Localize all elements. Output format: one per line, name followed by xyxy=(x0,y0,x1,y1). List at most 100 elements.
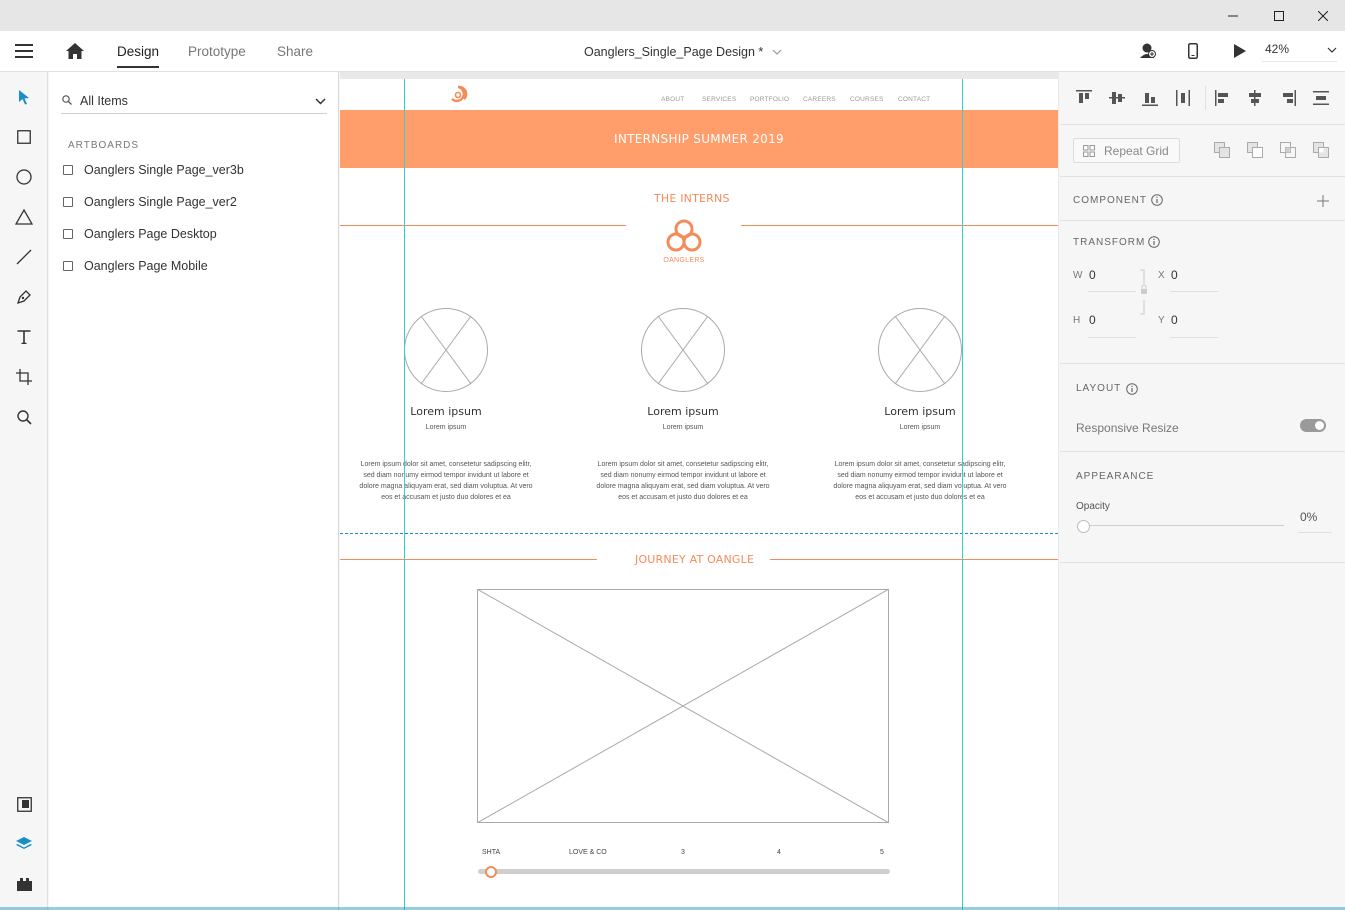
nav-link-services[interactable]: SERVICES xyxy=(702,96,736,103)
nav-link-careers[interactable]: CAREERS xyxy=(803,96,836,103)
add-component-icon[interactable] xyxy=(1317,195,1329,207)
artboard-list-item[interactable]: Oanglers Page Desktop xyxy=(61,224,327,244)
artboard-icon xyxy=(63,229,73,239)
select-tool[interactable] xyxy=(12,85,36,109)
nav-link-contact[interactable]: CONTACT xyxy=(898,96,930,103)
tab-prototype[interactable]: Prototype xyxy=(188,31,246,72)
intern-bio: Lorem ipsum dolor sit amet, consetetur s… xyxy=(596,461,770,501)
boolean-intersect-icon[interactable] xyxy=(1280,142,1296,158)
opacity-slider-handle[interactable] xyxy=(1077,520,1090,533)
width-field[interactable]: 0 xyxy=(1089,268,1096,282)
home-icon xyxy=(66,43,84,59)
device-preview-button[interactable] xyxy=(1188,43,1198,64)
align-center-icon[interactable] xyxy=(1247,90,1263,106)
layer-filter-select[interactable] xyxy=(61,88,327,114)
layers-icon xyxy=(16,837,32,849)
maximize-button[interactable] xyxy=(1256,0,1302,31)
divider-line xyxy=(770,559,1058,560)
rectangle-tool[interactable] xyxy=(12,125,36,149)
avatar-placeholder-image xyxy=(404,308,488,392)
opacity-slider-track[interactable] xyxy=(1088,525,1284,526)
info-icon[interactable] xyxy=(1126,383,1138,395)
timeline-slider-handle-icon[interactable] xyxy=(485,866,497,878)
info-icon[interactable] xyxy=(1151,194,1163,206)
minimize-button[interactable] xyxy=(1210,0,1256,31)
title-bar xyxy=(0,0,1345,31)
lock-aspect-icon[interactable] xyxy=(1139,269,1149,315)
design-canvas[interactable]: ABOUT SERVICES PORTFOLIO CAREERS COURSES… xyxy=(340,72,1059,910)
tab-design[interactable]: Design xyxy=(117,31,160,72)
field-underline xyxy=(1170,337,1218,338)
align-bottom-icon[interactable] xyxy=(1142,90,1158,106)
layer-search-input[interactable] xyxy=(80,92,300,110)
align-left-icon[interactable] xyxy=(1215,90,1231,106)
text-tool[interactable] xyxy=(12,325,36,349)
distribute-vertical-icon[interactable] xyxy=(1313,90,1329,106)
app-bar: Design Prototype Share Oanglers_Single_P… xyxy=(0,31,1345,72)
intern-bio: Lorem ipsum dolor sit amet, consetetur s… xyxy=(359,461,533,501)
artboard-icon xyxy=(63,165,73,175)
responsive-resize-toggle[interactable] xyxy=(1300,419,1326,432)
play-preview-button[interactable] xyxy=(1234,44,1246,63)
align-middle-icon[interactable] xyxy=(1109,90,1125,106)
user-plus-icon xyxy=(1140,43,1156,58)
assets-icon xyxy=(16,796,32,812)
pen-tool[interactable] xyxy=(12,285,36,309)
nav-link-courses[interactable]: COURSES xyxy=(850,96,884,103)
intern-bio: Lorem ipsum dolor sit amet, consetetur s… xyxy=(833,461,1007,501)
x-field[interactable]: 0 xyxy=(1171,268,1178,282)
hamburger-menu-button[interactable] xyxy=(15,44,33,63)
ellipse-tool[interactable] xyxy=(12,165,36,189)
zoom-value: 42% xyxy=(1265,42,1290,56)
rectangle-icon xyxy=(17,130,31,144)
line-tool[interactable] xyxy=(12,245,36,269)
triangle-icon xyxy=(15,209,33,225)
assets-panel-button[interactable] xyxy=(12,792,36,816)
component-label: COMPONENT xyxy=(1073,195,1147,206)
y-field[interactable]: 0 xyxy=(1171,313,1178,327)
close-button[interactable] xyxy=(1300,0,1345,31)
layers-panel-button[interactable] xyxy=(12,832,36,856)
align-top-icon[interactable] xyxy=(1076,90,1092,106)
artboard-name: Oanglers Single Page_ver2 xyxy=(84,195,237,209)
align-right-icon[interactable] xyxy=(1280,90,1296,106)
boolean-subtract-icon[interactable] xyxy=(1247,142,1263,158)
divider-line xyxy=(340,559,597,560)
timeline-slider-track[interactable] xyxy=(478,869,890,874)
field-underline xyxy=(1298,532,1332,533)
plugins-panel-button[interactable] xyxy=(12,872,36,896)
artboard-tool[interactable] xyxy=(12,365,36,389)
opacity-value[interactable]: 0% xyxy=(1300,510,1317,524)
appearance-label: APPEARANCE xyxy=(1076,471,1155,482)
tab-share[interactable]: Share xyxy=(277,31,313,72)
xd-app: Design Prototype Share Oanglers_Single_P… xyxy=(0,0,1345,910)
repeat-grid-button[interactable]: Repeat Grid xyxy=(1073,138,1180,163)
zoom-select[interactable]: 42% xyxy=(1262,40,1337,62)
artboards-section-label: ARTBOARDS xyxy=(68,140,140,151)
height-field[interactable]: 0 xyxy=(1089,313,1096,327)
distribute-horizontal-icon[interactable] xyxy=(1175,90,1191,106)
minimize-icon xyxy=(1228,15,1238,16)
timeline-label: 3 xyxy=(681,849,685,856)
boolean-add-icon[interactable] xyxy=(1214,142,1230,158)
zoom-tool[interactable] xyxy=(12,405,36,429)
artboard[interactable]: ABOUT SERVICES PORTFOLIO CAREERS COURSES… xyxy=(340,79,1058,910)
home-button[interactable] xyxy=(66,43,84,64)
divider xyxy=(1060,220,1345,221)
timeline-label: 5 xyxy=(880,849,884,856)
artboard-list-item[interactable]: Oanglers Single Page_ver3b xyxy=(61,160,327,180)
selection-dashed-line xyxy=(340,533,1058,534)
logo-text: OANGLERS xyxy=(663,257,705,264)
nav-link-portfolio[interactable]: PORTFOLIO xyxy=(750,96,789,103)
polygon-tool[interactable] xyxy=(12,205,36,229)
artboard-list-item[interactable]: Oanglers Page Mobile xyxy=(61,256,327,276)
artboard-list-item[interactable]: Oanglers Single Page_ver2 xyxy=(61,192,327,212)
invite-user-button[interactable] xyxy=(1139,42,1156,64)
document-title[interactable]: Oanglers_Single_Page Design * xyxy=(584,31,782,72)
boolean-exclude-icon[interactable] xyxy=(1313,142,1329,158)
info-icon[interactable] xyxy=(1148,236,1160,248)
maximize-icon xyxy=(1274,10,1284,21)
nav-link-about[interactable]: ABOUT xyxy=(661,96,684,103)
avatar-placeholder-image xyxy=(641,308,725,392)
artboard-name: Oanglers Page Mobile xyxy=(84,259,208,273)
